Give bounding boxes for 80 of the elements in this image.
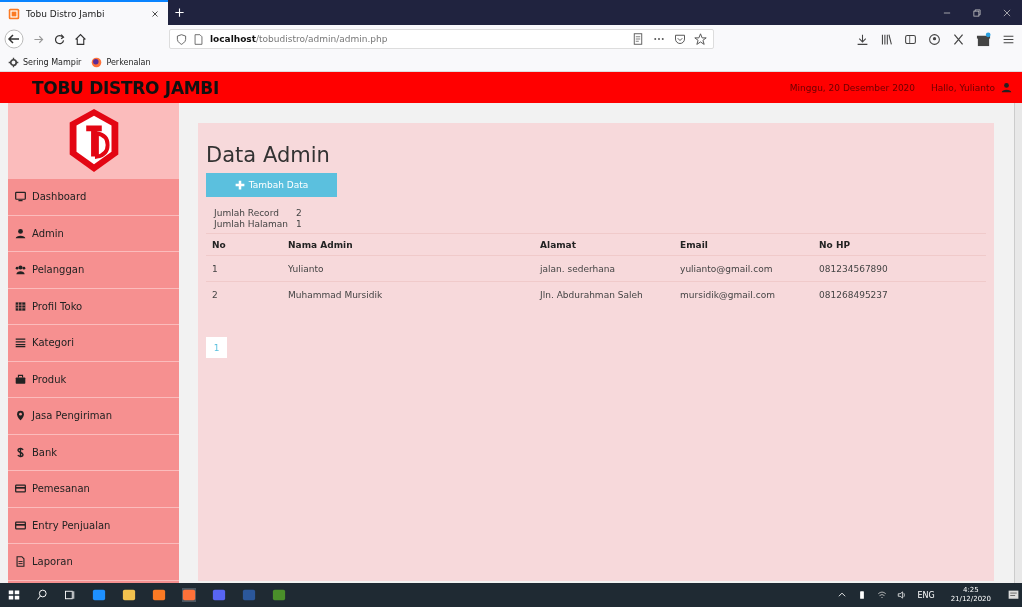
map-marker-icon: [15, 410, 26, 422]
bookmark-link[interactable]: Perkenalan: [91, 56, 151, 68]
table-icon: [15, 300, 26, 312]
browser-tab[interactable]: Tobu Distro Jambi: [0, 0, 168, 25]
download-icon[interactable]: [856, 32, 869, 46]
home-icon[interactable]: [74, 32, 87, 46]
column-header: No HP: [813, 233, 987, 256]
close-icon[interactable]: [1002, 7, 1012, 18]
wifi-icon[interactable]: [877, 590, 888, 600]
column-header: No: [206, 233, 283, 256]
tab-title: Tobu Distro Jambi: [26, 8, 106, 19]
x-icon[interactable]: [952, 32, 965, 46]
plus-icon: [234, 180, 245, 190]
star-icon[interactable]: [694, 32, 707, 46]
caret-up-icon[interactable]: [837, 590, 848, 600]
library-icon[interactable]: [880, 32, 893, 46]
column-header: Alamat: [534, 233, 675, 256]
sidebar-item[interactable]: Pemesanan: [8, 471, 180, 508]
back-icon[interactable]: [4, 29, 24, 49]
column-header: Email: [674, 233, 814, 256]
sidebar-item[interactable]: Laporan: [8, 544, 180, 581]
document-icon: [15, 556, 26, 568]
speaker-icon[interactable]: [897, 590, 908, 600]
table-cell: yulianto@gmail.com: [674, 255, 814, 282]
close-icon[interactable]: [150, 8, 160, 19]
address-bar[interactable]: localhost/tobudistro/admin/admin.php: [169, 29, 714, 49]
table-cell: mursidik@gmail.com: [674, 281, 814, 307]
summary-label: Jumlah Record: [214, 208, 280, 219]
summary-label: Jumlah Halaman: [214, 219, 290, 230]
column-header: Nama Admin: [282, 233, 535, 256]
header-date: Minggu, 20 Desember 2020: [789, 82, 916, 93]
table-cell: 081268495237: [813, 281, 987, 307]
sidebar-item[interactable]: Jasa Pengiriman: [8, 398, 180, 435]
sidebar-item[interactable]: Entry Penjualan: [8, 507, 180, 544]
pocket-icon[interactable]: [674, 33, 686, 45]
url-text: localhost/tobudistro/admin/admin.php: [210, 34, 388, 44]
table-cell: jalan. sederhana: [534, 255, 675, 282]
summary-value: 1: [295, 219, 302, 230]
table-cell: Jln. Abdurahman Saleh: [534, 281, 675, 307]
sidebar-item[interactable]: Produk: [8, 361, 180, 398]
shield-icon: [176, 33, 187, 45]
sidebar-icon[interactable]: [904, 32, 917, 46]
page-icon: [193, 33, 204, 45]
bookmark-link[interactable]: Sering Mampir: [8, 56, 82, 68]
user-icon: [1001, 82, 1012, 93]
task-view-icon[interactable]: [64, 589, 76, 601]
sidebar-item[interactable]: Profil Toko: [8, 288, 180, 325]
table-cell: 1: [206, 255, 283, 282]
summary-value: 2: [295, 208, 302, 219]
user-icon: [15, 227, 26, 239]
card-icon: [15, 483, 26, 495]
restore-icon[interactable]: [972, 7, 982, 18]
table-cell: 2: [206, 281, 283, 307]
gear-icon: [8, 56, 19, 68]
table-cell: 081234567890: [813, 255, 987, 282]
plus-icon[interactable]: [174, 7, 185, 18]
brand-title[interactable]: TOBU DISTRO JAMBI: [32, 77, 220, 98]
table-cell: Yulianto: [282, 255, 535, 282]
table-cell: Muhammad Mursidik: [282, 281, 535, 307]
page-title: Data Admin: [206, 143, 331, 167]
users-icon: [15, 264, 26, 276]
sidebar-item[interactable]: Kategori: [8, 325, 180, 362]
account-icon[interactable]: [928, 32, 941, 46]
sidebar-item[interactable]: Dashboard: [8, 179, 180, 216]
windows-icon[interactable]: [8, 589, 20, 601]
list-icon: [15, 337, 26, 349]
search-icon[interactable]: [36, 589, 48, 601]
sidebar-item[interactable]: Bank: [8, 434, 180, 471]
globe-icon: [91, 56, 103, 68]
gift-icon[interactable]: [976, 31, 991, 47]
briefcase-icon: [15, 373, 26, 385]
reload-icon[interactable]: [53, 32, 66, 46]
dollar-icon: [15, 446, 26, 458]
language-indicator[interactable]: ENG: [917, 590, 935, 600]
monitor-icon: [15, 191, 26, 203]
notification-icon[interactable]: [1007, 588, 1020, 602]
sidebar-item[interactable]: Admin: [8, 215, 180, 252]
card-icon: [15, 519, 26, 531]
sidebar-item[interactable]: Pelanggan: [8, 252, 180, 289]
reader-icon[interactable]: [632, 33, 644, 45]
